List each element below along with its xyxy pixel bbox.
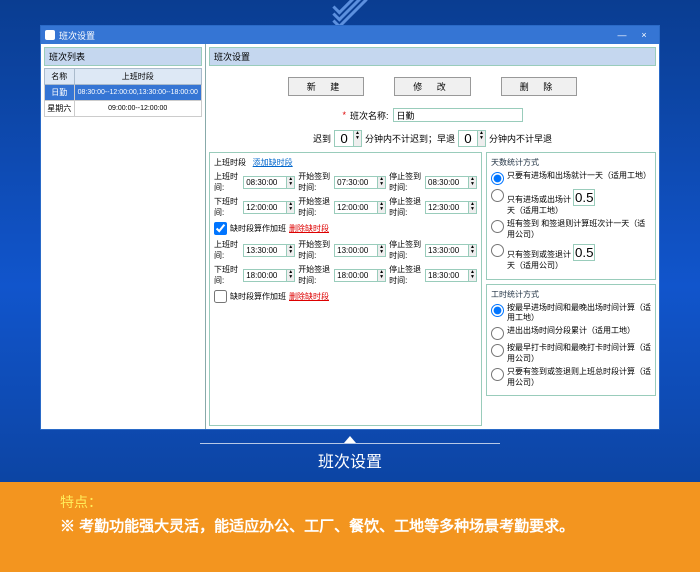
settings-header: 班次设置 bbox=[209, 47, 656, 66]
off-time-2[interactable]: ▲▼ bbox=[243, 269, 295, 282]
wt-radio-3[interactable] bbox=[491, 344, 504, 357]
table-row[interactable]: 日勤 08:30:00--12:00:00,13:30:00--18:00:00 bbox=[45, 85, 202, 101]
late-minutes-stepper[interactable]: ▲▼ bbox=[334, 130, 362, 147]
app-icon bbox=[45, 30, 55, 40]
triangle-icon bbox=[344, 436, 356, 443]
off-time-1[interactable]: ▲▼ bbox=[243, 201, 295, 214]
shift-settings-window: 班次设置 — × 班次列表 名称 上班时段 日勤 08:30:00--12:00… bbox=[40, 25, 660, 430]
worktime-group: 工时统计方式 按最早进场时间和最晚出场时间计算（适用工地） 进出出场时间分段累计… bbox=[486, 284, 656, 396]
schedule-panel: 上班时段 添加缺时段 上班时间: ▲▼ 开始签到时间: ▲▼ 停止签到时间: ▲… bbox=[209, 152, 482, 426]
early-minutes-stepper[interactable]: ▲▼ bbox=[458, 130, 486, 147]
start-out-2[interactable]: ▲▼ bbox=[334, 269, 386, 282]
col-time[interactable]: 上班时段 bbox=[74, 69, 202, 85]
shift-list-panel: 班次列表 名称 上班时段 日勤 08:30:00--12:00:00,13:30… bbox=[41, 44, 206, 429]
close-button[interactable]: × bbox=[633, 30, 655, 40]
name-label: 班次名称: bbox=[350, 109, 389, 122]
required-mark: * bbox=[342, 110, 346, 120]
shift-name-input[interactable] bbox=[393, 108, 523, 122]
shift-list-header: 班次列表 bbox=[44, 47, 202, 66]
late-label: 迟到 bbox=[313, 132, 331, 145]
wt-radio-4[interactable] bbox=[491, 368, 504, 381]
day-stats-header: 天数统计方式 bbox=[491, 157, 651, 168]
feature-title: 特点： bbox=[60, 492, 640, 512]
start-sign-2[interactable]: ▲▼ bbox=[334, 244, 386, 257]
day-val-2[interactable] bbox=[573, 189, 595, 206]
edit-button[interactable]: 修 改 bbox=[394, 77, 471, 96]
wt-radio-2[interactable] bbox=[491, 327, 504, 340]
caption-area: 班次设置 bbox=[0, 436, 700, 472]
col-name[interactable]: 名称 bbox=[45, 69, 75, 85]
overtime-cb-1[interactable] bbox=[214, 222, 227, 235]
overtime-cb-2[interactable] bbox=[214, 290, 227, 303]
new-button[interactable]: 新 建 bbox=[288, 77, 365, 96]
worktime-header: 工时统计方式 bbox=[491, 289, 651, 300]
delete-button[interactable]: 删 除 bbox=[501, 77, 578, 96]
on-time-1[interactable]: ▲▼ bbox=[243, 176, 295, 189]
caption-text: 班次设置 bbox=[0, 448, 700, 472]
day-radio-3[interactable] bbox=[491, 220, 504, 233]
start-out-1[interactable]: ▲▼ bbox=[334, 201, 386, 214]
add-segment-link[interactable]: 添加缺时段 bbox=[253, 158, 293, 167]
on-time-2[interactable]: ▲▼ bbox=[243, 244, 295, 257]
day-stats-group: 天数统计方式 只要有进场和出场就计一天（适用工地） 只有进场或出场计 天（适用工… bbox=[486, 152, 656, 280]
titlebar: 班次设置 — × bbox=[41, 26, 659, 44]
stop-sign-2[interactable]: ▲▼ bbox=[425, 244, 477, 257]
stop-out-2[interactable]: ▲▼ bbox=[425, 269, 477, 282]
day-radio-1[interactable] bbox=[491, 172, 504, 185]
delete-segment-1[interactable]: 删除缺时段 bbox=[289, 223, 329, 234]
delete-segment-2[interactable]: 删除缺时段 bbox=[289, 291, 329, 302]
chevron-decoration bbox=[330, 0, 370, 16]
day-val-4[interactable] bbox=[573, 244, 595, 261]
schedule-header: 上班时段 bbox=[214, 158, 246, 167]
feature-banner: 特点： ※ 考勤功能强大灵活，能适应办公、工厂、餐饮、工地等多种场景考勤要求。 bbox=[0, 482, 700, 572]
shift-settings-panel: 班次设置 新 建 修 改 删 除 * 班次名称: 迟到 ▲▼ 分钟内不计迟到；早… bbox=[206, 44, 659, 429]
minimize-button[interactable]: — bbox=[611, 30, 633, 40]
day-radio-4[interactable] bbox=[491, 244, 504, 257]
shift-table: 名称 上班时段 日勤 08:30:00--12:00:00,13:30:00--… bbox=[44, 68, 202, 117]
window-title: 班次设置 bbox=[59, 29, 95, 42]
start-sign-1[interactable]: ▲▼ bbox=[334, 176, 386, 189]
feature-desc: ※ 考勤功能强大灵活，能适应办公、工厂、餐饮、工地等多种场景考勤要求。 bbox=[60, 516, 640, 537]
wt-radio-1[interactable] bbox=[491, 304, 504, 317]
stop-sign-1[interactable]: ▲▼ bbox=[425, 176, 477, 189]
day-radio-2[interactable] bbox=[491, 189, 504, 202]
stop-out-1[interactable]: ▲▼ bbox=[425, 201, 477, 214]
table-row[interactable]: 星期六 09:00:00--12:00:00 bbox=[45, 101, 202, 117]
